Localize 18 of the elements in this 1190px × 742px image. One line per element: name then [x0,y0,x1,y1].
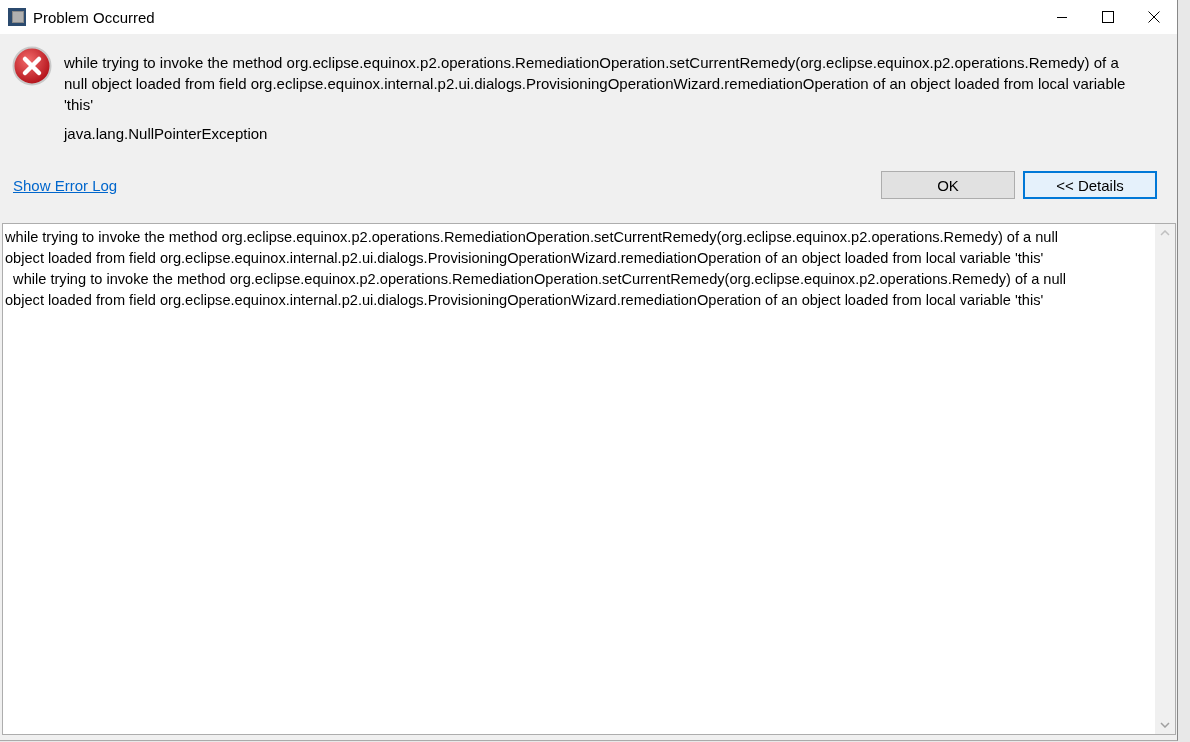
scroll-down-icon[interactable] [1160,722,1170,728]
details-line: while trying to invoke the method org.eclipse.equinox.p2.operations.RemediationOperation.setCurrentRemedy(org.eclipse.equinox.p2.operations.Remedy) of a null [12,270,1068,289]
error-message: while trying to invoke the method org.eclipse.equinox.p2.operations.RemediationOperation.setCurrentRemedy(org.eclipse.equinox.p2.operations.Remedy) of a null object loaded from field org.eclipse.equinox.internal.p2.ui.dialogs.ProvisioningOperationWizard.remediationOperation of an object loaded from local variable 'this' [64,53,1127,115]
ok-button[interactable]: OK [881,171,1015,199]
scrollbar[interactable] [1155,224,1175,734]
error-icon [12,46,52,86]
window-title: Problem Occurred [33,8,155,26]
details-line: while trying to invoke the method org.eclipse.equinox.p2.operations.RemediationOperation.setCurrentRemedy(org.eclipse.equinox.p2.operations.Remedy) of a null [5,228,1059,247]
details-line: object loaded from field org.eclipse.equinox.internal.p2.ui.dialogs.ProvisioningOperationWizard.remediationOperation of an object loaded from local variable 'this' [5,249,1045,268]
maximize-icon [1102,11,1114,23]
scroll-up-icon[interactable] [1160,230,1170,236]
close-icon [1148,11,1160,23]
show-error-log-link[interactable]: Show Error Log [13,176,118,194]
details-line: object loaded from field org.eclipse.equinox.internal.p2.ui.dialogs.ProvisioningOperationWizard.remediationOperation of an object loaded from local variable 'this' [5,291,1045,310]
details-text-area[interactable] [2,223,1176,735]
exception-name: java.lang.NullPointerException [64,125,269,142]
details-button[interactable]: << Details [1023,171,1157,199]
app-icon [8,8,26,26]
